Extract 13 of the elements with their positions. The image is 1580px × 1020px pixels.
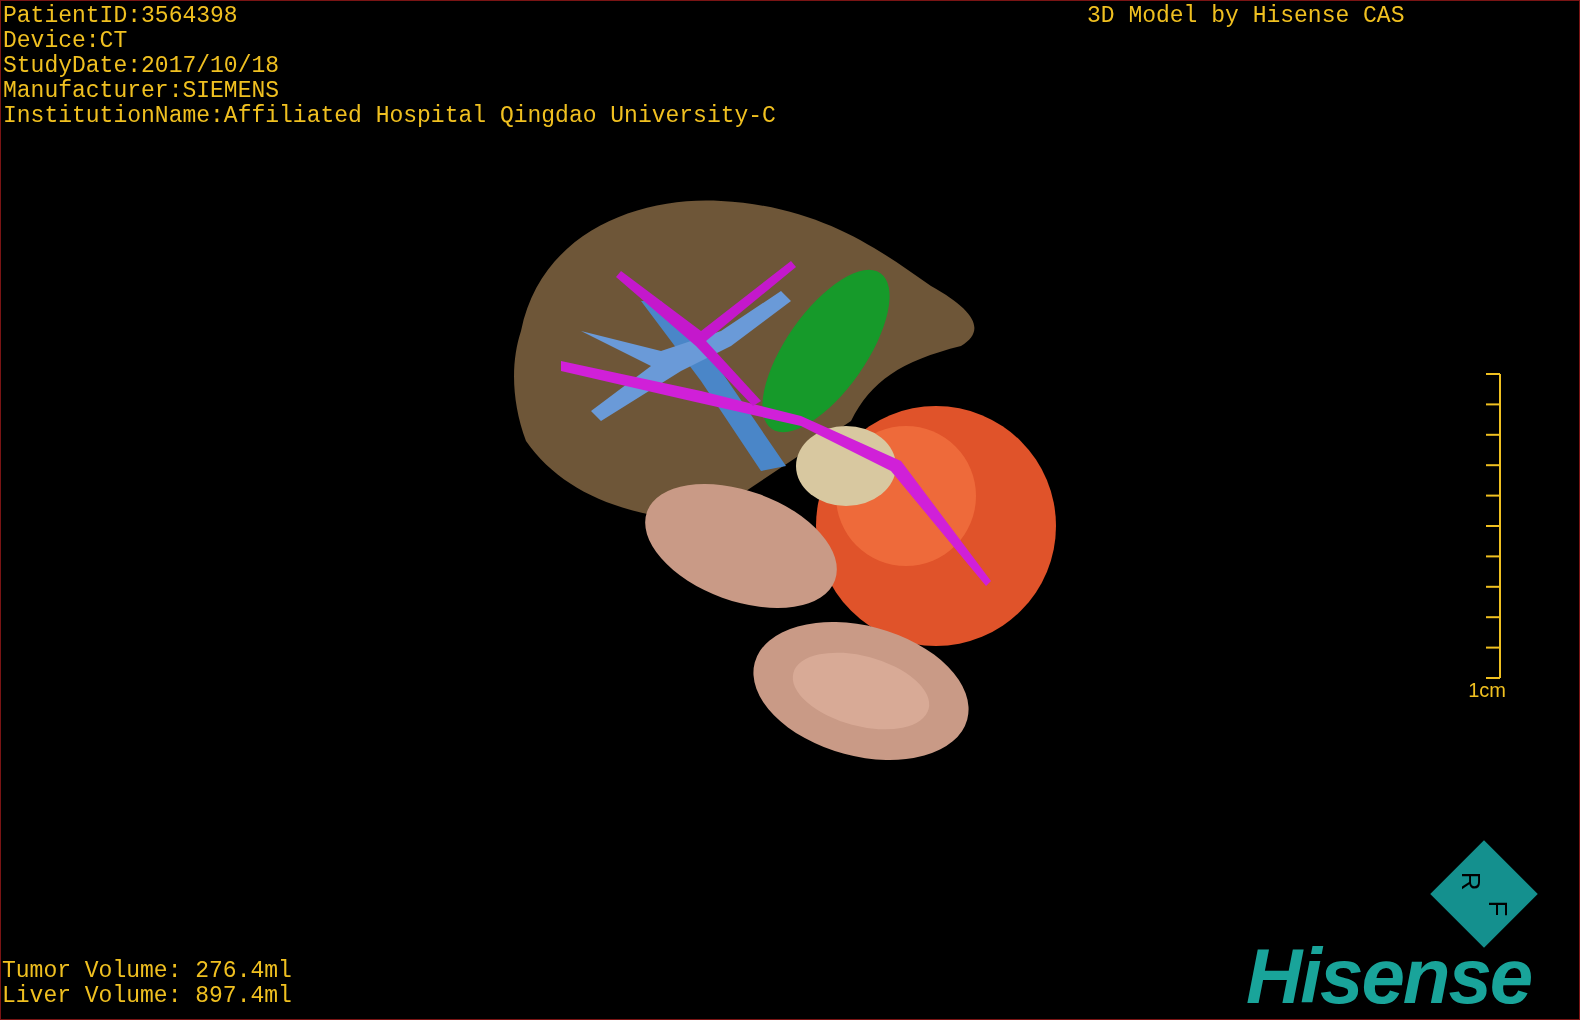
patient-info-text: InstitutionName:Affiliated Hospital Qingdao University-C (3, 104, 776, 129)
orientation-label: F (1482, 900, 1514, 916)
scale-bar-label: 1cm (1468, 679, 1506, 702)
volume-text: Tumor Volume: 276.4ml (2, 959, 292, 984)
patient-info-text: StudyDate:2017/10/18 (3, 54, 280, 79)
scale-bar-icon (1483, 373, 1503, 679)
patient-info-text: Manufacturer:SIEMENS (3, 79, 280, 104)
orientation-label: R (1455, 871, 1487, 891)
logo: Hisense (1246, 936, 1532, 1016)
model-credit-text: 3D Model by Hisense CAS (1087, 4, 1405, 29)
volume-text: Liver Volume: 897.4ml (2, 984, 292, 1009)
patient-info-text: PatientID:3564398 (3, 4, 238, 29)
patient-info-text: Device:CT (3, 29, 128, 54)
